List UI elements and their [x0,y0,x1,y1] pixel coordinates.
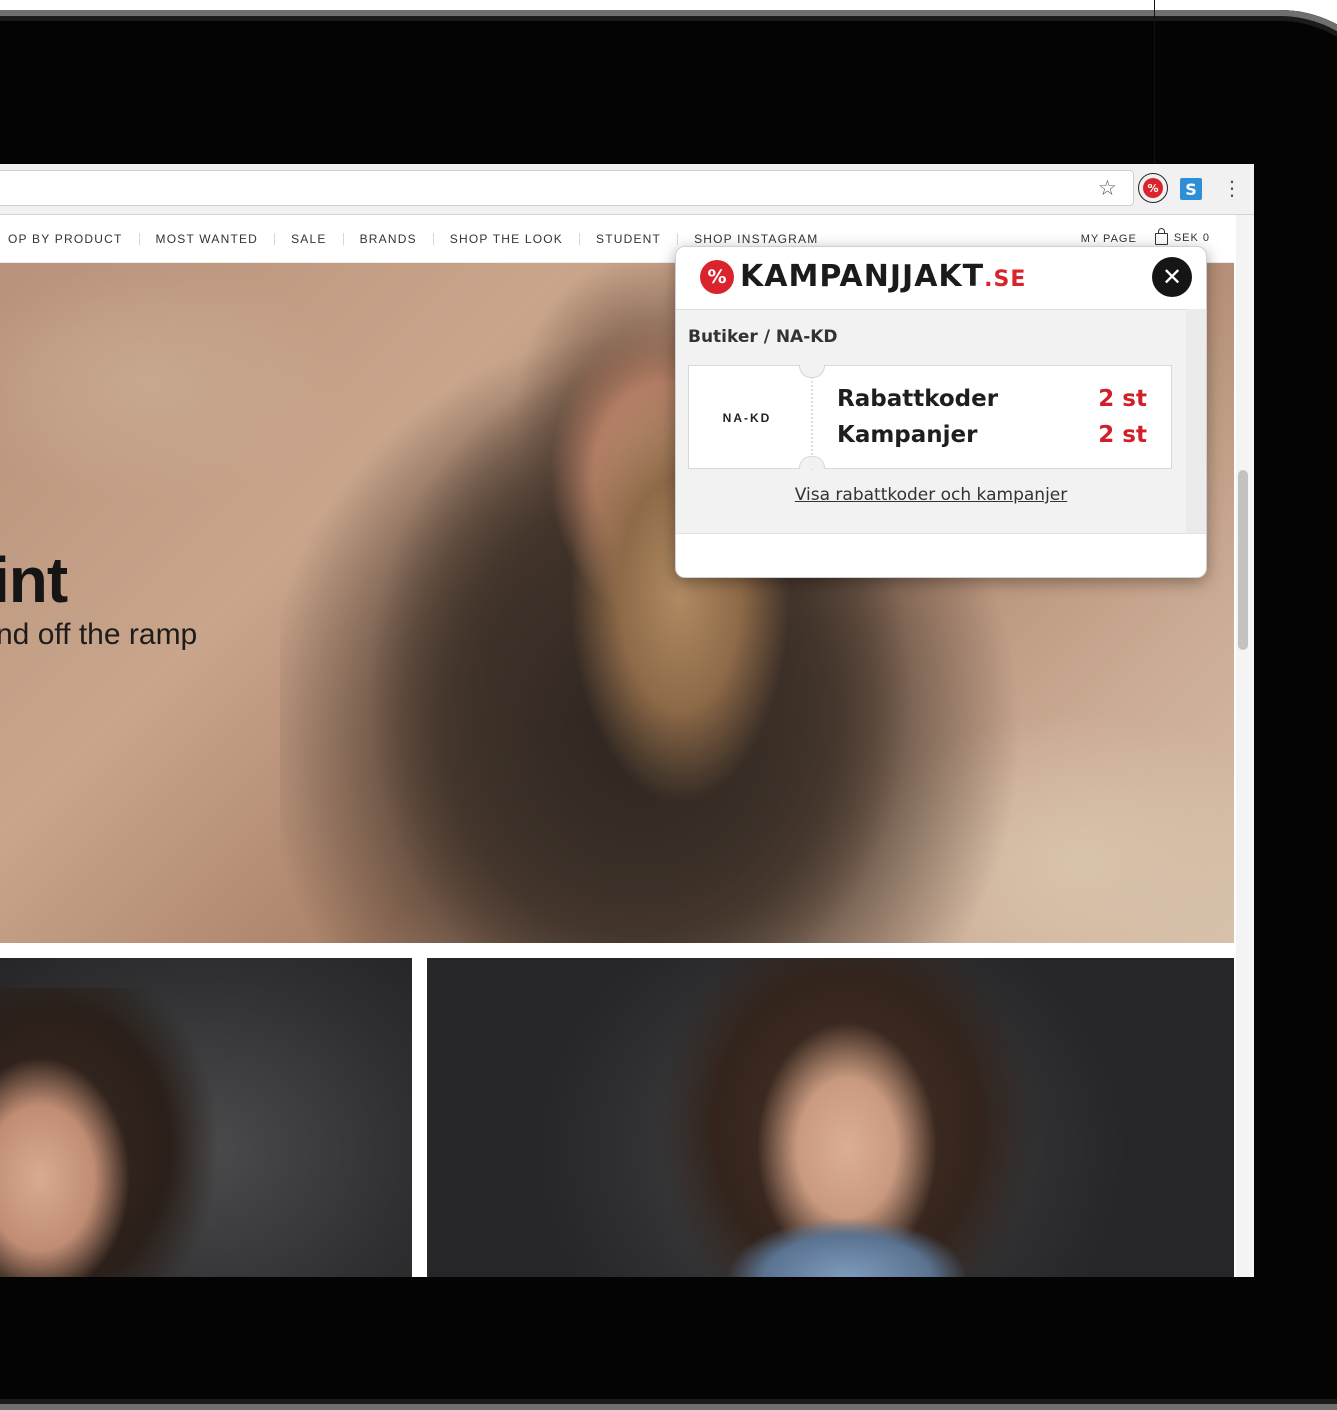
address-bar[interactable] [0,170,1134,206]
cart-total: SEK 0 [1173,232,1210,245]
browser-toolbar: ☆ % S ⋮ [0,164,1254,215]
store-logo: NA-KD [711,382,783,454]
nav-item-brands[interactable]: BRANDS [344,232,434,245]
nav-item-most-wanted[interactable]: MOST WANTED [140,232,276,245]
kebab-menu-icon[interactable]: ⋮ [1222,176,1242,200]
product-tile-right[interactable] [427,958,1234,1277]
product-tile-left[interactable] [0,958,412,1277]
close-button[interactable]: ✕ [1152,257,1192,297]
breadcrumb: Butiker / NA-KD [688,327,838,347]
logo-name: KAMPANJJAKT [740,259,985,294]
nav-item-shop-the-look[interactable]: SHOP THE LOOK [434,232,580,245]
discount-codes-label: Rabattkoder [837,386,999,412]
nav-item-student[interactable]: STUDENT [580,232,679,245]
popup-footer [676,533,1206,577]
logo-tld: .SE [984,267,1027,292]
campaigns-row: Kampanjer 2 st [837,420,1147,450]
s-extension-icon[interactable]: S [1180,178,1202,200]
denim-jacket-image [727,1208,967,1277]
coupon-card[interactable]: NA-KD Rabattkoder 2 st Kampanjer 2 st [688,365,1172,470]
kampanjjakt-extension-button[interactable]: % [1138,173,1168,203]
kampanjjakt-popup: % KAMPANJJAKT.SE ✕ Butiker / NA-KD NA-KD… [675,246,1207,578]
discount-codes-row: Rabattkoder 2 st [837,384,1147,414]
cart-button[interactable]: SEK 0 [1154,227,1210,245]
show-offers-link[interactable]: Visa rabattkoder och kampanjer [676,485,1186,505]
model-portrait-left [0,988,220,1277]
kampanjjakt-logo: KAMPANJJAKT.SE [740,259,1026,298]
nav-item-sale[interactable]: SALE [275,232,344,245]
popup-header: % KAMPANJJAKT.SE ✕ [676,247,1206,310]
percent-icon: % [1143,178,1163,198]
discount-codes-count: 2 st [1098,386,1147,412]
nav-item-shop-by-product[interactable]: OP BY PRODUCT [0,232,140,245]
callout-line [1154,0,1155,176]
campaigns-label: Kampanjer [837,422,978,448]
ticket-notch-bottom [799,456,825,469]
bag-icon [1154,227,1168,245]
page-scrollbar[interactable] [1236,215,1254,1277]
percent-logo-icon: % [700,260,734,294]
page-scrollbar-thumb[interactable] [1238,470,1248,650]
hero-headline: int [0,544,68,616]
campaigns-count: 2 st [1098,422,1147,448]
nav-item-shop-instagram[interactable]: SHOP INSTAGRAM [678,233,834,245]
hero-subheadline: nd off the ramp [0,618,198,651]
my-page-link[interactable]: MY PAGE [1081,233,1137,245]
ticket-perforation [811,366,813,470]
star-icon[interactable]: ☆ [1098,176,1117,200]
popup-scrollbar[interactable] [1186,309,1206,533]
ticket-notch-top [799,365,825,378]
